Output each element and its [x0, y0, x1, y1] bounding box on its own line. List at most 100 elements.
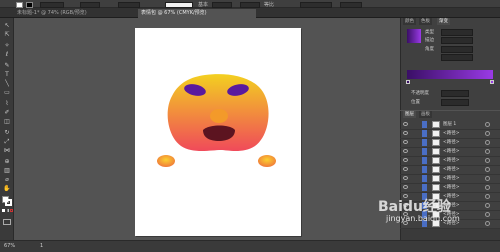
tab-swatches[interactable]: 色板 — [419, 18, 432, 25]
layer-color-bar — [422, 121, 427, 128]
visibility-eye-icon[interactable] — [403, 140, 408, 144]
layer-color-bar — [422, 166, 427, 173]
none-mode-icon[interactable] — [10, 209, 13, 212]
layer-thumbnail — [432, 166, 440, 173]
status-bar: 67% 1 — [0, 240, 500, 252]
gradient-slider[interactable] — [407, 70, 493, 79]
target-icon[interactable] — [485, 131, 490, 136]
visibility-eye-icon[interactable] — [403, 185, 408, 189]
tab-color[interactable]: 颜色 — [403, 18, 416, 25]
stroke-color-swatch[interactable] — [5, 199, 12, 206]
target-icon[interactable] — [485, 212, 490, 217]
selection-tool-icon[interactable]: ↖ — [2, 22, 12, 29]
direct-selection-tool-icon[interactable]: ⇱ — [2, 31, 12, 38]
watermark-logo: Baidu经验 — [378, 199, 451, 215]
pencil-tool-icon[interactable]: ✐ — [2, 109, 12, 116]
layer-color-bar — [422, 139, 427, 146]
type-label: 类型 — [425, 30, 434, 35]
layer-name: <路径> — [443, 176, 460, 181]
rotate-tool-icon[interactable]: ↻ — [2, 129, 12, 136]
angle-field[interactable] — [441, 46, 473, 53]
tab-gradient[interactable]: 渐变 — [437, 18, 450, 25]
eyedropper-tool-icon[interactable]: ⌀ — [2, 176, 12, 183]
tab-layers[interactable]: 图层 — [403, 111, 416, 118]
pen-tool-icon[interactable]: ✎ — [2, 62, 12, 69]
stroke-label: 描边 — [425, 38, 434, 43]
shape-builder-tool-icon[interactable]: ⊕ — [2, 158, 12, 165]
layer-color-bar — [422, 175, 427, 182]
visibility-eye-icon[interactable] — [403, 176, 408, 180]
right-foot[interactable] — [258, 155, 276, 167]
stroke-options[interactable] — [441, 37, 473, 44]
emoji-illustration — [157, 74, 276, 167]
magic-wand-tool-icon[interactable]: ✧ — [2, 42, 12, 49]
gradient-preview-swatch[interactable] — [407, 29, 421, 43]
type-dropdown[interactable] — [441, 29, 473, 36]
layer-thumbnail — [432, 121, 440, 128]
target-icon[interactable] — [485, 176, 490, 181]
line-tool-icon[interactable]: ╲ — [2, 80, 12, 87]
lasso-tool-icon[interactable]: ℓ — [2, 51, 12, 58]
aspect-field[interactable] — [441, 54, 473, 61]
tab-emoji-document[interactable]: 表情包 @ 67% (CMYK/预览) — [138, 9, 256, 18]
tools-panel: ↖ ⇱ ✧ ℓ ✎ T ╲ ▭ ⌇ ✐ ◫ ↻ ⤢ ⋈ ⊕ ▥ ⌀ ✋ — [0, 18, 14, 240]
visibility-eye-icon[interactable] — [403, 158, 408, 162]
rectangle-tool-icon[interactable]: ▭ — [2, 89, 12, 96]
layer-thumbnail — [432, 175, 440, 182]
layer-color-bar — [422, 184, 427, 191]
layer-name: <路径> — [443, 158, 460, 163]
target-icon[interactable] — [485, 167, 490, 172]
layer-color-bar — [422, 130, 427, 137]
gradient-mode-icon[interactable] — [6, 209, 9, 212]
target-icon[interactable] — [485, 203, 490, 208]
layer-thumbnail — [432, 148, 440, 155]
left-foot[interactable] — [157, 155, 175, 167]
layer-thumbnail — [432, 130, 440, 137]
nose — [210, 109, 228, 123]
brush-tool-icon[interactable]: ⌇ — [2, 100, 12, 107]
type-tool-icon[interactable]: T — [2, 71, 12, 78]
layer-name: <路径> — [443, 140, 460, 145]
gradient-tool-icon[interactable]: ▥ — [2, 167, 12, 174]
target-icon[interactable] — [485, 122, 490, 127]
control-bar: 基本 等比 — [0, 0, 500, 8]
layer-color-bar — [422, 148, 427, 155]
angle-label: 角度 — [425, 47, 434, 52]
default-colors-icon[interactable] — [2, 209, 5, 212]
visibility-eye-icon[interactable] — [403, 167, 408, 171]
gradient-stop-start[interactable] — [406, 80, 410, 84]
visibility-eye-icon[interactable] — [403, 131, 408, 135]
layer-name: 图层 1 — [443, 122, 457, 127]
target-icon[interactable] — [485, 221, 490, 226]
tab-artboards[interactable]: 画板 — [419, 111, 432, 118]
layer-thumbnail — [432, 139, 440, 146]
hand-tool-icon[interactable]: ✋ — [2, 185, 12, 192]
screen-mode-icon[interactable] — [3, 219, 11, 225]
target-icon[interactable] — [485, 140, 490, 145]
watermark-url: jingyan.baidu.com — [386, 214, 460, 223]
visibility-eye-icon[interactable] — [403, 149, 408, 153]
layer-name: <路径> — [443, 149, 460, 154]
layer-name: <路径> — [443, 131, 460, 136]
position-label: 位置 — [411, 100, 420, 105]
gradient-stop-end[interactable] — [490, 80, 494, 84]
target-icon[interactable] — [485, 158, 490, 163]
target-icon[interactable] — [485, 149, 490, 154]
gradient-panel: 颜色 色板 渐变 类型 描边 角度 不透明度 位置 — [400, 18, 500, 110]
style-label: 基本 — [198, 2, 209, 8]
zoom-level[interactable]: 67% — [4, 243, 15, 249]
uniform-label: 等比 — [264, 2, 275, 8]
tab-untitled[interactable]: 未标题-1* @ 74% (RGB/预览) — [14, 9, 142, 18]
page-number[interactable]: 1 — [40, 243, 43, 249]
target-icon[interactable] — [485, 194, 490, 199]
document-tabs: 未标题-1* @ 74% (RGB/预览) 表情包 @ 67% (CMYK/预览… — [0, 8, 500, 18]
eraser-tool-icon[interactable]: ◫ — [2, 118, 12, 125]
layer-thumbnail — [432, 184, 440, 191]
visibility-eye-icon[interactable] — [403, 122, 408, 126]
opacity-field[interactable] — [441, 90, 469, 97]
position-field[interactable] — [441, 99, 469, 106]
width-tool-icon[interactable]: ⋈ — [2, 147, 12, 154]
scale-tool-icon[interactable]: ⤢ — [2, 138, 12, 145]
layer-name: <路径> — [443, 185, 460, 190]
target-icon[interactable] — [485, 185, 490, 190]
